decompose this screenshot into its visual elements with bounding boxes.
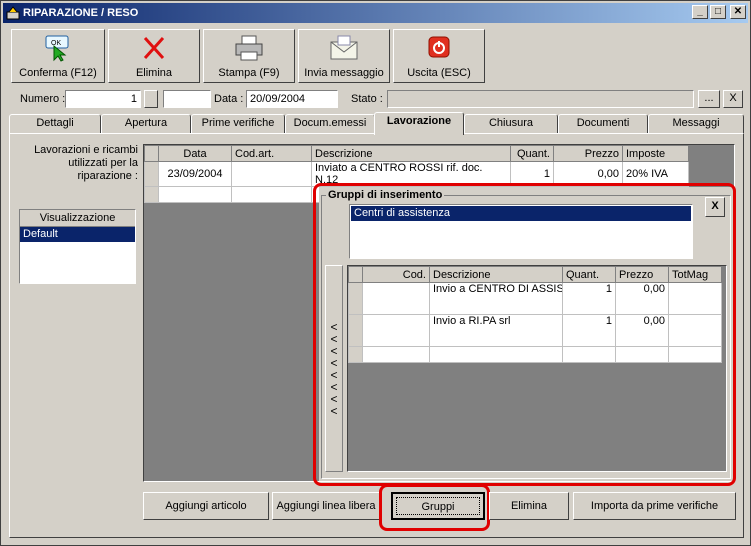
delete-x-icon <box>143 36 165 60</box>
close-window-button[interactable]: ✕ <box>730 5 746 19</box>
confirm-button[interactable]: OK Conferma (F12) <box>11 29 105 83</box>
minimize-button[interactable]: _ <box>692 5 708 19</box>
col-cod-art[interactable]: Cod.art. <box>231 145 312 162</box>
delete-toolbar-button[interactable]: Elimina <box>108 29 200 83</box>
view-list[interactable]: Visualizzazione Default <box>19 209 136 284</box>
app-icon <box>6 6 20 20</box>
tab-prime-verifiche[interactable]: Prime verifiche <box>191 114 285 134</box>
data-field[interactable]: 20/09/2004 <box>246 90 338 108</box>
stato-clear-button[interactable]: X <box>723 90 743 108</box>
col-descrizione[interactable]: Descrizione <box>311 145 511 162</box>
numero-spin-button[interactable] <box>144 90 158 108</box>
svg-text:OK: OK <box>51 40 61 47</box>
import-button[interactable]: Importa da prime verifiche <box>573 492 736 520</box>
title-bar: RIPARAZIONE / RESO _ □ ✕ <box>3 3 748 23</box>
data-label: Data : <box>214 93 244 105</box>
tab-apertura[interactable]: Apertura <box>101 114 191 134</box>
works-caption: Lavorazioni e ricambi utilizzati per la … <box>34 144 138 182</box>
col-imposte[interactable]: Imposte <box>622 145 689 162</box>
groups-button-highlight <box>379 484 490 531</box>
print-button[interactable]: Stampa (F9) <box>203 29 295 83</box>
add-article-button[interactable]: Aggiungi articolo <box>143 492 269 520</box>
envelope-icon <box>330 35 358 60</box>
confirm-label: Conferma (F12) <box>19 67 97 79</box>
tab-documenti[interactable]: Documenti <box>558 114 648 134</box>
numero-label: Numero : <box>20 93 66 105</box>
stato-dots-button[interactable]: ... <box>698 90 720 108</box>
confirm-icon: OK <box>45 35 69 62</box>
exit-button[interactable]: Uscita (ESC) <box>393 29 485 83</box>
window-title: RIPARAZIONE / RESO <box>23 7 139 19</box>
view-list-item[interactable]: Default <box>20 227 135 242</box>
col-prezzo[interactable]: Prezzo <box>553 145 623 162</box>
print-label: Stampa (F9) <box>218 67 280 79</box>
view-list-header: Visualizzazione <box>20 210 135 227</box>
send-message-label: Invia messaggio <box>304 67 384 79</box>
send-message-button[interactable]: Invia messaggio <box>298 29 390 83</box>
delete-row-button[interactable]: Elimina <box>489 492 569 520</box>
exit-label: Uscita (ESC) <box>407 67 471 79</box>
app-window: RIPARAZIONE / RESO _ □ ✕ OK Conferma (F1… <box>0 0 751 546</box>
col-quant[interactable]: Quant. <box>510 145 554 162</box>
add-free-line-button[interactable]: Aggiungi linea libera <box>272 492 380 520</box>
stato-label: Stato : <box>351 93 383 105</box>
numero-suffix-field[interactable] <box>163 90 211 108</box>
cell-cod-art[interactable] <box>231 161 312 187</box>
tab-lavorazione[interactable]: Lavorazione <box>374 112 464 135</box>
tab-dettagli[interactable]: Dettagli <box>9 114 101 134</box>
tab-messaggi[interactable]: Messaggi <box>648 114 744 134</box>
power-icon <box>428 36 450 58</box>
tab-chiusura[interactable]: Chiusura <box>464 114 558 134</box>
stato-field[interactable] <box>387 90 694 108</box>
delete-toolbar-label: Elimina <box>135 67 173 79</box>
maximize-button[interactable]: □ <box>710 5 726 19</box>
groups-highlight-frame <box>313 183 736 486</box>
tab-docum-emessi[interactable]: Docum.emessi <box>285 114 375 134</box>
cell-data[interactable]: 23/09/2004 <box>158 161 232 187</box>
numero-field[interactable]: 1 <box>65 90 141 108</box>
grid-corner <box>144 145 159 162</box>
col-data[interactable]: Data <box>158 145 232 162</box>
printer-icon <box>235 35 263 61</box>
